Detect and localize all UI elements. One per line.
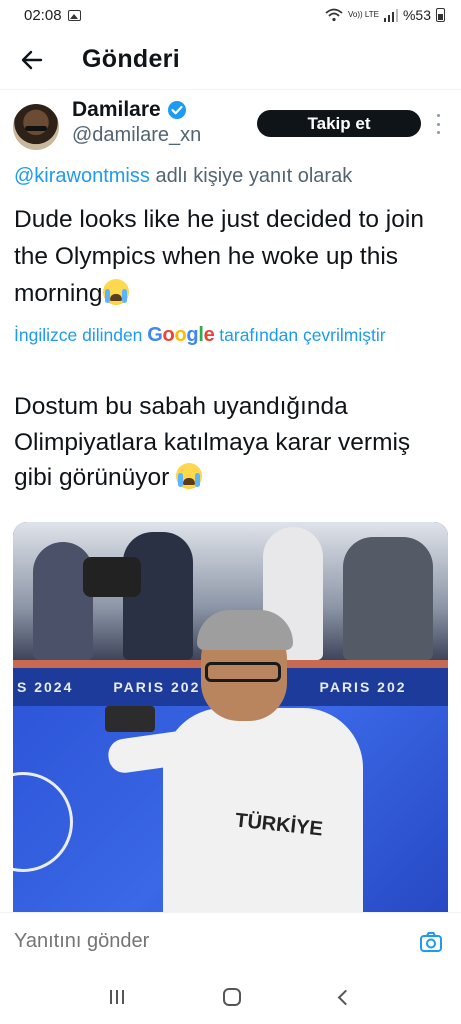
- reply-mention-link[interactable]: @kirawontmiss: [14, 165, 150, 187]
- home-button[interactable]: [222, 988, 241, 1006]
- signal-icon: [383, 8, 398, 22]
- tweet-text: Dude looks like he just decided to join …: [14, 201, 444, 312]
- banner-text-1: S 2024: [17, 679, 74, 695]
- google-logo-icon: Google: [147, 324, 215, 346]
- camera-icon[interactable]: [419, 930, 443, 954]
- display-name-row: Damilare: [72, 98, 201, 122]
- glasses-shape: [205, 662, 281, 682]
- reply-bar: [0, 912, 461, 970]
- app-header: Gönderi: [0, 30, 461, 90]
- author-handle[interactable]: @damilare_xn: [72, 124, 201, 147]
- arrow-left-icon: [21, 50, 43, 69]
- gallery-notification-icon: [67, 9, 81, 21]
- system-nav-bar: [0, 970, 461, 1024]
- author-names[interactable]: Damilare @damilare_xn: [72, 98, 201, 147]
- battery-icon: [436, 8, 445, 22]
- pistol-shape: [105, 706, 155, 732]
- loudly-crying-face-icon: [176, 463, 203, 489]
- translated-text: Dostum bu sabah uyandığında Olimpiyatlar…: [14, 389, 444, 496]
- reply-context-suffix: adlı kişiye yanıt olarak: [149, 165, 353, 187]
- tweet-media-image[interactable]: S 2024 PARIS 202 2024 PARIS 202 TÜRKİYE: [13, 522, 448, 914]
- follow-button[interactable]: Takip et: [257, 110, 421, 137]
- volte-indicator: Vo)) LTE: [347, 10, 379, 19]
- back-button[interactable]: [2, 30, 62, 90]
- camera-shape: [83, 557, 141, 597]
- display-name[interactable]: Damilare: [72, 98, 161, 122]
- verified-badge-icon: [167, 101, 186, 119]
- translation-credit[interactable]: İngilizce dilinden Google tarafından çev…: [14, 321, 444, 349]
- recents-button[interactable]: [109, 990, 124, 1004]
- battery-percent: %53: [402, 7, 431, 23]
- avatar[interactable]: [13, 104, 59, 150]
- author-row: Damilare @damilare_xn Takip et: [13, 98, 453, 158]
- translation-credit-suffix: tarafından çevrilmiştir: [214, 325, 386, 345]
- banner-text-4: PARIS 202: [319, 679, 407, 695]
- system-back-button[interactable]: [338, 989, 354, 1005]
- banner-text-2: PARIS 202: [113, 679, 201, 695]
- more-options-icon[interactable]: [433, 114, 443, 134]
- reply-input[interactable]: [14, 930, 419, 953]
- loudly-crying-face-icon: [102, 279, 129, 305]
- status-time: 02:08: [24, 6, 62, 24]
- translated-text-body: Dostum bu sabah uyandığında Olimpiyatlar…: [14, 393, 411, 491]
- tweet-text-body: Dude looks like he just decided to join …: [14, 206, 424, 307]
- status-bar: 02:08 Vo)) LTE %53: [0, 0, 461, 30]
- reply-context: @kirawontmiss adlı kişiye yanıt olarak: [14, 165, 352, 188]
- status-indicators: Vo)) LTE %53: [325, 7, 445, 23]
- translation-credit-prefix: İngilizce dilinden: [14, 325, 148, 345]
- wifi-icon: [325, 8, 343, 22]
- page-title: Gönderi: [82, 45, 180, 73]
